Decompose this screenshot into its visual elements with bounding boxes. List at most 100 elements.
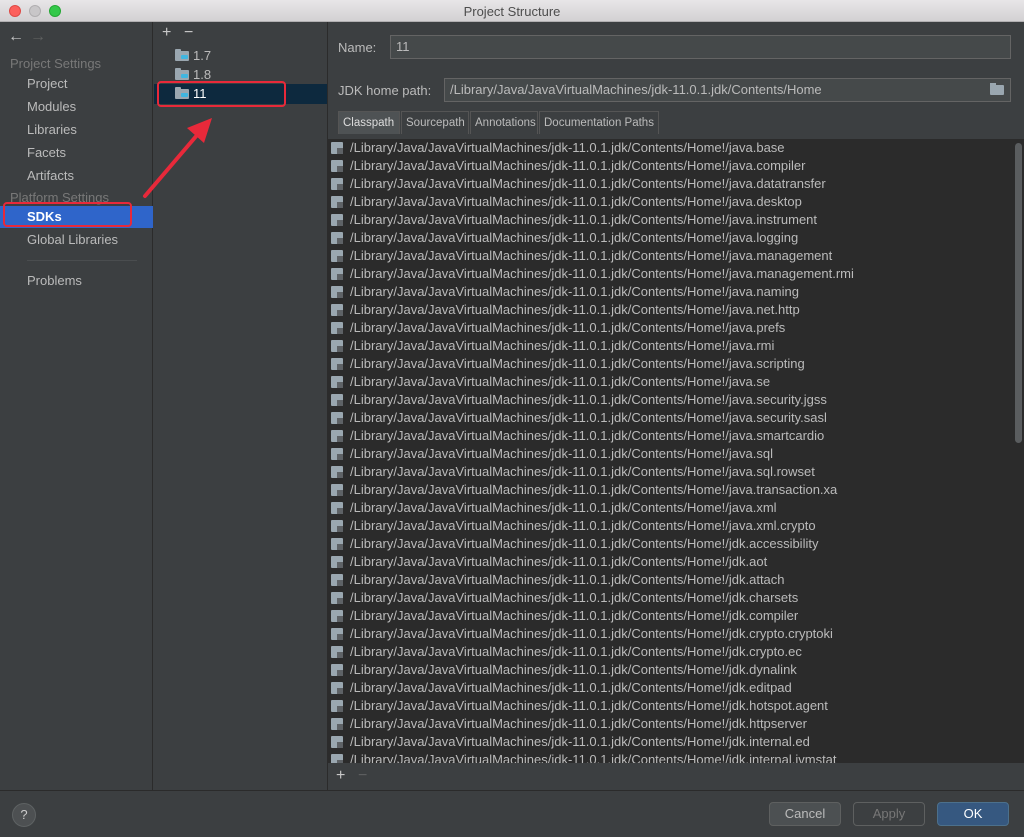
jdk-folder-icon bbox=[175, 68, 189, 80]
classpath-module: jdk.compiler bbox=[728, 608, 799, 623]
classpath-row[interactable]: /Library/Java/JavaVirtualMachines/jdk-11… bbox=[328, 517, 1012, 535]
classpath-module: jdk.crypto.ec bbox=[728, 644, 802, 659]
jar-icon bbox=[331, 592, 343, 604]
jar-icon bbox=[331, 412, 343, 424]
classpath-prefix: /Library/Java/JavaVirtualMachines/jdk-11… bbox=[350, 518, 729, 533]
annotation-box-sdks bbox=[3, 202, 132, 227]
sidebar-item-modules[interactable]: Modules bbox=[0, 96, 153, 118]
jdk-home-label: JDK home path: bbox=[338, 83, 432, 98]
classpath-row[interactable]: /Library/Java/JavaVirtualMachines/jdk-11… bbox=[328, 139, 1012, 157]
classpath-module: jdk.internal.jvmstat bbox=[728, 752, 837, 763]
minus-icon[interactable]: − bbox=[184, 24, 206, 42]
classpath-module: java.se bbox=[728, 374, 771, 389]
jar-icon bbox=[331, 574, 343, 586]
classpath-prefix: /Library/Java/JavaVirtualMachines/jdk-11… bbox=[350, 176, 729, 191]
classpath-row[interactable]: /Library/Java/JavaVirtualMachines/jdk-11… bbox=[328, 175, 1012, 193]
arrow-left-icon[interactable]: ← bbox=[8, 28, 30, 46]
tab-sourcepath[interactable]: Sourcepath bbox=[401, 111, 469, 134]
classpath-row[interactable]: /Library/Java/JavaVirtualMachines/jdk-11… bbox=[328, 751, 1012, 763]
jar-icon bbox=[331, 232, 343, 244]
classpath-row[interactable]: /Library/Java/JavaVirtualMachines/jdk-11… bbox=[328, 283, 1012, 301]
tab-classpath[interactable]: Classpath bbox=[338, 111, 400, 134]
classpath-row[interactable]: /Library/Java/JavaVirtualMachines/jdk-11… bbox=[328, 553, 1012, 571]
help-button[interactable]: ? bbox=[12, 803, 36, 827]
classpath-prefix: /Library/Java/JavaVirtualMachines/jdk-11… bbox=[350, 590, 729, 605]
sidebar-item-project[interactable]: Project bbox=[0, 73, 153, 95]
classpath-prefix: /Library/Java/JavaVirtualMachines/jdk-11… bbox=[350, 716, 729, 731]
classpath-module: java.datatransfer bbox=[728, 176, 826, 191]
classpath-row[interactable]: /Library/Java/JavaVirtualMachines/jdk-11… bbox=[328, 679, 1012, 697]
classpath-row[interactable]: /Library/Java/JavaVirtualMachines/jdk-11… bbox=[328, 463, 1012, 481]
classpath-row[interactable]: /Library/Java/JavaVirtualMachines/jdk-11… bbox=[328, 571, 1012, 589]
sidebar-item-facets[interactable]: Facets bbox=[0, 142, 153, 164]
classpath-prefix: /Library/Java/JavaVirtualMachines/jdk-11… bbox=[350, 536, 729, 551]
classpath-row[interactable]: /Library/Java/JavaVirtualMachines/jdk-11… bbox=[328, 229, 1012, 247]
sdk-item[interactable]: 1.7 bbox=[154, 46, 327, 66]
classpath-prefix: /Library/Java/JavaVirtualMachines/jdk-11… bbox=[350, 572, 729, 587]
tab-annotations[interactable]: Annotations bbox=[470, 111, 538, 134]
jar-icon bbox=[331, 448, 343, 460]
jar-icon bbox=[331, 610, 343, 622]
minus-icon[interactable]: − bbox=[358, 767, 380, 785]
sidebar-item-global-libraries[interactable]: Global Libraries bbox=[0, 229, 153, 251]
classpath-prefix: /Library/Java/JavaVirtualMachines/jdk-11… bbox=[350, 752, 729, 763]
ok-button[interactable]: OK bbox=[937, 802, 1009, 826]
annotation-box-sdk-11 bbox=[157, 81, 286, 107]
classpath-row[interactable]: /Library/Java/JavaVirtualMachines/jdk-11… bbox=[328, 427, 1012, 445]
plus-icon[interactable]: + bbox=[336, 767, 358, 785]
arrow-right-icon[interactable]: → bbox=[30, 28, 52, 46]
classpath-prefix: /Library/Java/JavaVirtualMachines/jdk-11… bbox=[350, 230, 729, 245]
classpath-module: java.smartcardio bbox=[728, 428, 825, 443]
classpath-row[interactable]: /Library/Java/JavaVirtualMachines/jdk-11… bbox=[328, 625, 1012, 643]
classpath-row[interactable]: /Library/Java/JavaVirtualMachines/jdk-11… bbox=[328, 211, 1012, 229]
classpath-row[interactable]: /Library/Java/JavaVirtualMachines/jdk-11… bbox=[328, 247, 1012, 265]
classpath-row[interactable]: /Library/Java/JavaVirtualMachines/jdk-11… bbox=[328, 607, 1012, 625]
classpath-prefix: /Library/Java/JavaVirtualMachines/jdk-11… bbox=[350, 500, 729, 515]
jar-icon bbox=[331, 178, 343, 190]
classpath-row[interactable]: /Library/Java/JavaVirtualMachines/jdk-11… bbox=[328, 193, 1012, 211]
classpath-row[interactable]: /Library/Java/JavaVirtualMachines/jdk-11… bbox=[328, 391, 1012, 409]
classpath-row[interactable]: /Library/Java/JavaVirtualMachines/jdk-11… bbox=[328, 733, 1012, 751]
sidebar-item-artifacts[interactable]: Artifacts bbox=[0, 165, 153, 187]
vertical-scrollbar[interactable] bbox=[1015, 143, 1022, 443]
jar-icon bbox=[331, 538, 343, 550]
classpath-row[interactable]: /Library/Java/JavaVirtualMachines/jdk-11… bbox=[328, 589, 1012, 607]
sdk-item-label: 1.7 bbox=[193, 48, 212, 63]
sidebar-item-problems[interactable]: Problems bbox=[0, 270, 153, 292]
classpath-module: java.scripting bbox=[728, 356, 805, 371]
classpath-prefix: /Library/Java/JavaVirtualMachines/jdk-11… bbox=[350, 356, 729, 371]
classpath-row[interactable]: /Library/Java/JavaVirtualMachines/jdk-11… bbox=[328, 535, 1012, 553]
classpath-row[interactable]: /Library/Java/JavaVirtualMachines/jdk-11… bbox=[328, 157, 1012, 175]
classpath-row[interactable]: /Library/Java/JavaVirtualMachines/jdk-11… bbox=[328, 499, 1012, 517]
classpath-row[interactable]: /Library/Java/JavaVirtualMachines/jdk-11… bbox=[328, 409, 1012, 427]
classpath-row[interactable]: /Library/Java/JavaVirtualMachines/jdk-11… bbox=[328, 661, 1012, 679]
classpath-row[interactable]: /Library/Java/JavaVirtualMachines/jdk-11… bbox=[328, 697, 1012, 715]
classpath-module: jdk.attach bbox=[728, 572, 785, 587]
classpath-row[interactable]: /Library/Java/JavaVirtualMachines/jdk-11… bbox=[328, 715, 1012, 733]
folder-browse-icon[interactable] bbox=[990, 83, 1004, 95]
classpath-row[interactable]: /Library/Java/JavaVirtualMachines/jdk-11… bbox=[328, 337, 1012, 355]
classpath-prefix: /Library/Java/JavaVirtualMachines/jdk-11… bbox=[350, 194, 729, 209]
classpath-list[interactable]: /Library/Java/JavaVirtualMachines/jdk-11… bbox=[328, 139, 1024, 763]
classpath-row[interactable]: /Library/Java/JavaVirtualMachines/jdk-11… bbox=[328, 355, 1012, 373]
classpath-row[interactable]: /Library/Java/JavaVirtualMachines/jdk-11… bbox=[328, 373, 1012, 391]
classpath-row[interactable]: /Library/Java/JavaVirtualMachines/jdk-11… bbox=[328, 481, 1012, 499]
classpath-row[interactable]: /Library/Java/JavaVirtualMachines/jdk-11… bbox=[328, 265, 1012, 283]
classpath-prefix: /Library/Java/JavaVirtualMachines/jdk-11… bbox=[350, 734, 729, 749]
name-field[interactable]: 11 bbox=[390, 35, 1011, 59]
jar-icon bbox=[331, 700, 343, 712]
classpath-prefix: /Library/Java/JavaVirtualMachines/jdk-11… bbox=[350, 284, 729, 299]
tab-documentation-paths[interactable]: Documentation Paths bbox=[539, 111, 659, 134]
jar-icon bbox=[331, 196, 343, 208]
classpath-row[interactable]: /Library/Java/JavaVirtualMachines/jdk-11… bbox=[328, 643, 1012, 661]
apply-button[interactable]: Apply bbox=[853, 802, 925, 826]
cancel-button[interactable]: Cancel bbox=[769, 802, 841, 826]
plus-icon[interactable]: + bbox=[162, 24, 184, 42]
classpath-toolbar: + − bbox=[336, 767, 380, 785]
jar-icon bbox=[331, 502, 343, 514]
classpath-row[interactable]: /Library/Java/JavaVirtualMachines/jdk-11… bbox=[328, 301, 1012, 319]
classpath-row[interactable]: /Library/Java/JavaVirtualMachines/jdk-11… bbox=[328, 319, 1012, 337]
jdk-home-field[interactable]: /Library/Java/JavaVirtualMachines/jdk-11… bbox=[444, 78, 1011, 102]
sidebar-item-libraries[interactable]: Libraries bbox=[0, 119, 153, 141]
classpath-row[interactable]: /Library/Java/JavaVirtualMachines/jdk-11… bbox=[328, 445, 1012, 463]
